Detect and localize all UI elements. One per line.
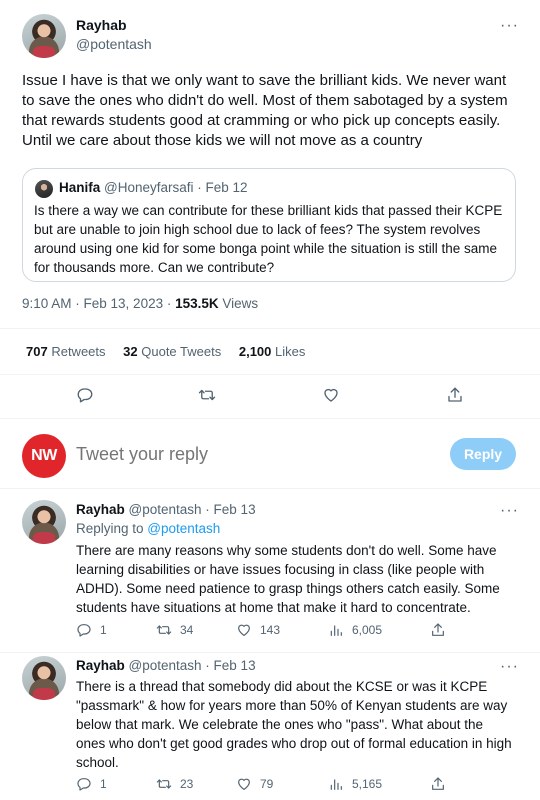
divider [0, 328, 540, 329]
reply-like-action[interactable]: 143 [236, 622, 280, 638]
user-avatar[interactable]: NW [22, 434, 66, 478]
retweet-count: 34 [180, 623, 194, 637]
retweets-label: Retweets [51, 344, 106, 359]
reply-retweet-action[interactable]: 34 [156, 622, 193, 638]
reply-meta: @potentash · Feb 13 [128, 658, 256, 673]
views-count: 6,005 [352, 623, 383, 637]
divider [0, 374, 540, 375]
reply-avatar[interactable] [22, 500, 66, 544]
quote-meta: @Honeyfarsafi · Feb 12 [104, 180, 248, 195]
reply-actions: 1 34 143 6,005 [76, 622, 516, 640]
author-avatar[interactable] [22, 14, 66, 58]
share-icon [432, 777, 444, 790]
quotes-count: 32 [123, 344, 138, 359]
views-icon [330, 625, 342, 636]
reply-icon [77, 624, 91, 637]
reply-share-action[interactable] [430, 776, 454, 792]
reply-reply-action[interactable]: 1 [76, 776, 107, 792]
likes-label: Likes [275, 344, 306, 359]
views-icon [330, 779, 342, 790]
divider [0, 418, 540, 419]
quoted-tweet[interactable]: Hanifa @Honeyfarsafi · Feb 12 Is there a… [22, 168, 516, 282]
retweets-count: 707 [26, 344, 48, 359]
tweet-timestamp: 9:10 AM · Feb 13, 2023 · 153.5K Views [22, 296, 258, 311]
reply-reply-action[interactable]: 1 [76, 622, 107, 638]
retweet-count: 23 [180, 777, 194, 791]
replying-to: Replying to @potentash [76, 521, 220, 536]
like-count: 143 [260, 623, 281, 637]
quote-text: Is there a way we can contribute for the… [34, 203, 503, 275]
reply-meta: @potentash · Feb 13 [128, 502, 256, 517]
reply-like-action[interactable]: 79 [236, 776, 273, 792]
replying-prefix: Replying to [76, 521, 148, 536]
quotes-label: Quote Tweets [141, 344, 222, 359]
author-handle[interactable]: @potentash [76, 36, 152, 52]
reply-views-action[interactable]: 5,165 [328, 776, 382, 792]
reply-count: 1 [100, 623, 107, 637]
reply-header: Rayhab @potentash · Feb 13 [76, 502, 256, 517]
reply-text: There are many reasons why some students… [76, 543, 500, 615]
reply-views-action[interactable]: 6,005 [328, 622, 382, 638]
reply-author-name[interactable]: Rayhab [76, 502, 125, 517]
share-icon [432, 623, 444, 636]
likes-count: 2,100 [238, 344, 272, 359]
reply-author-name[interactable]: Rayhab [76, 658, 125, 673]
replying-handle-link[interactable]: @potentash [147, 521, 220, 536]
quote-header: Hanifa @Honeyfarsafi · Feb 12 [59, 180, 248, 195]
reply-retweet-action[interactable]: 23 [156, 776, 193, 792]
views-count: 5,165 [352, 777, 383, 791]
more-icon[interactable]: ··· [500, 503, 519, 519]
reply-avatar[interactable] [22, 656, 66, 700]
reply-icon [77, 778, 91, 791]
reply-share-action[interactable] [430, 622, 454, 638]
reply-tweet[interactable]: Rayhab @potentash · Feb 13 ··· Replying … [0, 490, 540, 652]
divider [0, 488, 540, 489]
more-icon[interactable]: ··· [500, 659, 519, 675]
author-name[interactable]: Rayhab [76, 17, 127, 33]
quote-author-name: Hanifa [59, 180, 101, 195]
like-icon [238, 778, 250, 790]
reply-count: 1 [100, 777, 107, 791]
tweet-stats: 707 Retweets 32 Quote Tweets 2,100 Likes [26, 344, 319, 359]
reply-icon[interactable] [76, 386, 94, 404]
reply-text: There is a thread that somebody did abou… [76, 679, 512, 770]
share-icon[interactable] [446, 386, 464, 404]
reply-actions: 1 23 79 5,165 [76, 776, 516, 794]
reply-button[interactable]: Reply [450, 438, 516, 470]
reply-input[interactable] [76, 444, 376, 465]
retweet-icon[interactable] [198, 386, 216, 404]
like-icon [238, 624, 250, 636]
more-icon[interactable]: ··· [500, 18, 519, 34]
views-label: Views [218, 296, 259, 311]
views-count: 153.5K [175, 296, 219, 311]
timestamp-text[interactable]: 9:10 AM · Feb 13, 2023 · [22, 296, 175, 311]
retweet-icon [156, 779, 172, 789]
reply-tweet[interactable]: Rayhab @potentash · Feb 13 ··· There is … [0, 646, 540, 800]
like-icon[interactable] [322, 386, 340, 404]
retweets-stat[interactable]: 707 Retweets [26, 344, 106, 359]
tweet-text: Issue I have is that we only want to sav… [22, 72, 508, 149]
likes-stat[interactable]: 2,100 Likes [239, 344, 306, 359]
quotes-stat[interactable]: 32 Quote Tweets [123, 344, 221, 359]
quote-avatar [35, 180, 53, 198]
retweet-icon [156, 625, 172, 635]
reply-header: Rayhab @potentash · Feb 13 [76, 658, 256, 673]
like-count: 79 [260, 777, 274, 791]
